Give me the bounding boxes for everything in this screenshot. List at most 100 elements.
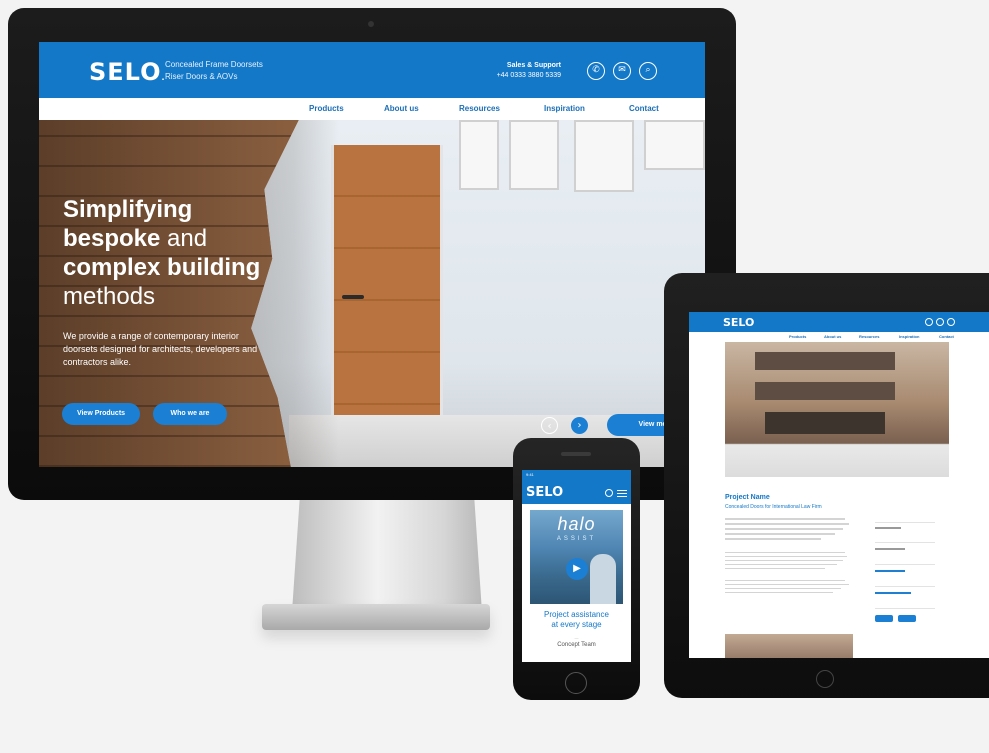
sidebar-divider xyxy=(875,586,935,587)
tablet-logo[interactable]: SELO xyxy=(723,316,754,329)
imac-stand-base xyxy=(262,604,490,630)
camera xyxy=(368,21,374,27)
text-line xyxy=(725,592,833,593)
nav-inspiration[interactable]: Inspiration xyxy=(544,104,585,113)
prev-slide-button[interactable]: ‹ xyxy=(541,417,558,434)
phone-icon[interactable] xyxy=(605,489,613,497)
main-nav: Products About us Resources Inspiration … xyxy=(39,98,705,120)
nav-resources[interactable]: Resources xyxy=(859,334,879,339)
wall-picture xyxy=(574,120,634,192)
concept-team-text: Concept Team xyxy=(557,642,596,648)
support-label: Sales & Support xyxy=(506,62,561,69)
nav-contact[interactable]: Contact xyxy=(939,334,954,339)
text-line xyxy=(725,560,843,561)
halo-banner: halo ASSIST ▶ xyxy=(530,510,623,604)
text-line xyxy=(725,588,841,589)
text-line xyxy=(725,528,843,530)
assist-subtitle: ASSIST xyxy=(556,536,597,542)
tagline: Concealed Frame Doorsets Riser Doors & A… xyxy=(165,59,263,83)
hero-title: Simplifying bespoke and complex building… xyxy=(63,195,260,311)
sidebar-divider xyxy=(875,522,935,523)
phone-logo[interactable]: SELO xyxy=(526,485,563,500)
support-info: Sales & Support +44 0333 3880 5339 xyxy=(497,61,561,81)
building-window xyxy=(755,382,895,400)
nav-contact[interactable]: Contact xyxy=(629,104,659,113)
text-line xyxy=(725,580,845,581)
nav-inspiration[interactable]: Inspiration xyxy=(899,334,919,339)
text-line xyxy=(725,568,825,569)
tablet-header: SELO xyxy=(689,312,989,332)
building-entrance xyxy=(765,412,885,434)
text-line xyxy=(725,518,845,520)
person-image xyxy=(590,554,616,604)
sidebar-value xyxy=(875,548,905,550)
project-assistance-text: Project assistance xyxy=(544,610,609,619)
nav-products[interactable]: Products xyxy=(789,334,806,339)
home-button[interactable] xyxy=(816,670,834,688)
building-window xyxy=(755,352,895,370)
header-icons: ✆ ✉ ⌕ xyxy=(587,62,657,80)
sidebar-divider xyxy=(875,542,935,543)
hero-banner: Simplifying bespoke and complex building… xyxy=(39,120,705,467)
sidebar-link[interactable] xyxy=(875,570,905,572)
sidebar-button[interactable] xyxy=(875,615,893,622)
logo-text: SELO xyxy=(89,58,162,86)
speaker xyxy=(561,452,591,456)
play-icon[interactable]: ▶ xyxy=(566,558,588,580)
text-line xyxy=(725,538,821,540)
menu-icon[interactable] xyxy=(617,489,627,497)
hero-title-line4: methods xyxy=(63,283,156,310)
imac-stand xyxy=(292,500,482,612)
hero-description: We provide a range of contemporary inter… xyxy=(63,331,258,367)
phone-screen: 9:41 SELO halo ASSIST ▶ Project assistan… xyxy=(522,470,631,662)
sidebar-button[interactable] xyxy=(898,615,916,622)
sidebar-link[interactable] xyxy=(875,592,911,594)
iphone-device: 9:41 SELO halo ASSIST ▶ Project assistan… xyxy=(513,438,640,700)
project-subtitle: Concealed Doors for International Law Fi… xyxy=(725,504,822,510)
wall-picture xyxy=(509,120,559,190)
tablet-nav: Products About us Resources Inspiration … xyxy=(689,332,989,342)
home-button[interactable] xyxy=(565,672,587,694)
sidebar-divider xyxy=(875,564,935,565)
door-image xyxy=(331,145,443,415)
mail-icon[interactable]: ✉ xyxy=(613,62,631,80)
project-title: Project Name xyxy=(725,494,770,501)
small-divider: — xyxy=(574,635,579,640)
view-products-button[interactable]: View Products xyxy=(62,403,140,425)
project-photo-2 xyxy=(725,634,853,658)
tagline-line2: Riser Doors & AOVs xyxy=(165,72,238,81)
mail-icon[interactable] xyxy=(936,318,944,326)
nav-about[interactable]: About us xyxy=(824,334,841,339)
site-header: SELO. Concealed Frame Doorsets Riser Doo… xyxy=(39,42,705,98)
phone-header: 9:41 SELO xyxy=(522,470,631,504)
halo-title: halo xyxy=(557,514,596,534)
phone-icon[interactable]: ✆ xyxy=(587,62,605,80)
nav-products[interactable]: Products xyxy=(309,104,344,113)
imac-device: SELO. Concealed Frame Doorsets Riser Doo… xyxy=(8,8,736,500)
tagline-line1: Concealed Frame Doorsets xyxy=(165,60,263,69)
text-line xyxy=(725,552,845,553)
text-line xyxy=(725,584,849,585)
project-photo xyxy=(725,342,949,477)
hero-title-line3: complex building xyxy=(63,254,261,281)
hero-title-line2-rest: and xyxy=(160,225,208,252)
text-line xyxy=(725,523,849,525)
search-icon[interactable]: ⌕ xyxy=(639,62,657,80)
every-stage-text: at every stage xyxy=(551,620,602,629)
wall-picture xyxy=(644,120,705,170)
search-icon[interactable] xyxy=(947,318,955,326)
ipad-device: SELO Products About us Resources Inspira… xyxy=(664,273,989,698)
support-phone[interactable]: +44 0333 3880 5339 xyxy=(497,71,561,81)
phone-icon[interactable] xyxy=(925,318,933,326)
who-we-are-button[interactable]: Who we are xyxy=(153,403,227,425)
tablet-screen: SELO Products About us Resources Inspira… xyxy=(689,312,989,658)
nav-resources[interactable]: Resources xyxy=(459,104,500,113)
text-line xyxy=(725,556,847,557)
hero-title-line2-bold: bespoke xyxy=(63,225,161,252)
selo-logo[interactable]: SELO. xyxy=(89,58,166,86)
door-handle xyxy=(342,295,364,299)
sidebar-value xyxy=(875,527,901,529)
text-line xyxy=(725,564,837,565)
next-slide-button[interactable]: › xyxy=(571,417,588,434)
nav-about[interactable]: About us xyxy=(384,104,419,113)
